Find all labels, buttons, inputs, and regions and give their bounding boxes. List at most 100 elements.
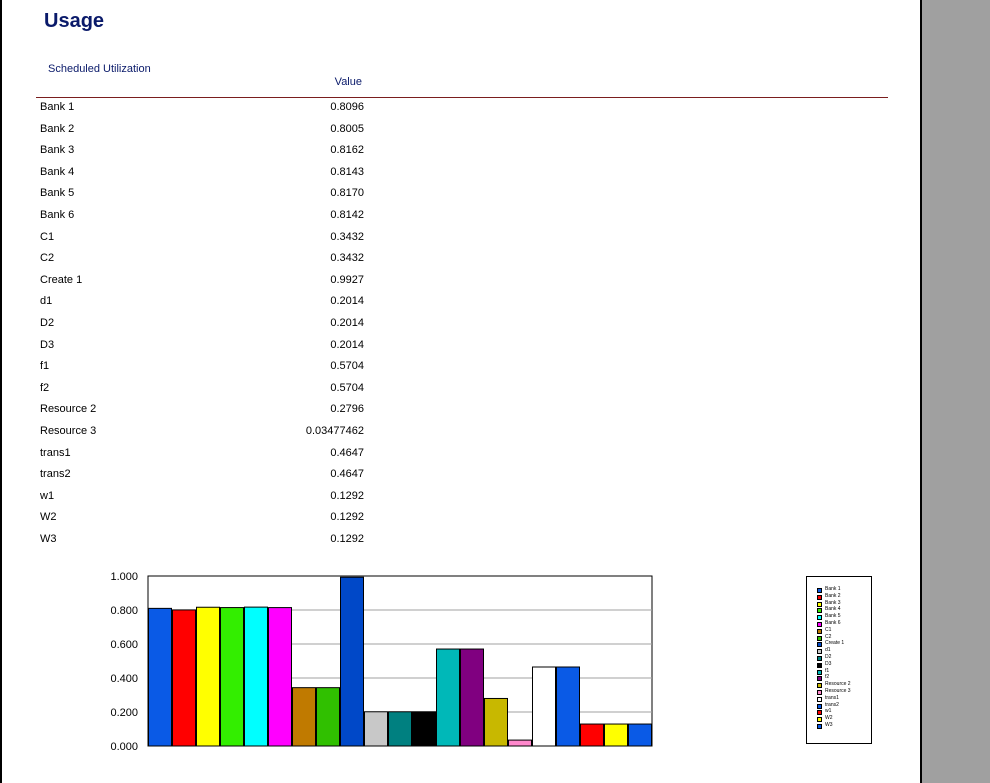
legend-swatch bbox=[817, 642, 822, 648]
row-name: C2 bbox=[40, 252, 55, 265]
row-value: 0.8162 bbox=[330, 144, 364, 157]
table-row: Bank 3 0.8162 bbox=[40, 144, 364, 162]
header-rule bbox=[36, 97, 888, 98]
row-value: 0.8005 bbox=[330, 122, 364, 135]
row-value: 0.8096 bbox=[330, 101, 364, 113]
row-value: 0.5704 bbox=[330, 360, 364, 373]
legend-swatch bbox=[817, 656, 822, 661]
row-value: 0.5704 bbox=[330, 381, 364, 394]
row-value: 0.8143 bbox=[330, 165, 364, 178]
row-value: 0.1292 bbox=[330, 511, 364, 524]
table-row: C2 0.3432 bbox=[40, 252, 364, 270]
bar-d1 bbox=[364, 711, 388, 747]
bar-bank-1 bbox=[148, 607, 172, 747]
legend-swatch bbox=[817, 717, 822, 723]
legend-swatch bbox=[817, 690, 822, 695]
viewer-gutter bbox=[922, 0, 990, 783]
row-name: d1 bbox=[40, 295, 53, 308]
bar-create-1 bbox=[340, 576, 364, 747]
bar-c1 bbox=[292, 687, 316, 747]
bar-w1 bbox=[580, 723, 604, 747]
row-name: W2 bbox=[40, 511, 57, 524]
row-name: Resource 2 bbox=[40, 403, 97, 416]
row-value: 0.3432 bbox=[330, 230, 364, 243]
row-name: C1 bbox=[40, 230, 55, 243]
row-value: 0.1292 bbox=[330, 489, 364, 502]
legend-swatch bbox=[817, 594, 822, 600]
row-value: 0.03477462 bbox=[305, 425, 364, 437]
legend-swatch bbox=[817, 703, 822, 709]
row-name: w1 bbox=[40, 489, 55, 502]
bar-trans2 bbox=[556, 666, 580, 747]
legend-swatch bbox=[817, 615, 822, 621]
table-row: trans1 0.4647 bbox=[40, 447, 364, 465]
row-value: 0.2014 bbox=[330, 338, 364, 351]
bar-bank-5 bbox=[244, 606, 268, 747]
legend-swatch bbox=[817, 601, 822, 607]
row-value: 0.9927 bbox=[330, 273, 364, 286]
legend-swatch bbox=[817, 608, 822, 614]
y-tick-label: 0.400 bbox=[110, 673, 138, 685]
legend-swatch bbox=[817, 724, 822, 729]
table-row: Bank 2 0.8005 bbox=[40, 123, 364, 141]
table-row: W3 0.1292 bbox=[40, 533, 364, 551]
legend-swatch bbox=[817, 628, 822, 634]
legend-label: W3 bbox=[825, 722, 833, 728]
y-tick-label: 0.000 bbox=[110, 741, 138, 753]
table-row: f2 0.5704 bbox=[40, 382, 364, 400]
bar-bank-3 bbox=[196, 606, 220, 747]
table-row: trans2 0.4647 bbox=[40, 468, 364, 486]
row-value: 0.2014 bbox=[330, 295, 364, 308]
y-tick-label: 0.800 bbox=[110, 605, 138, 617]
row-name: trans2 bbox=[40, 468, 71, 481]
row-name: D2 bbox=[40, 317, 55, 329]
legend-swatch bbox=[817, 649, 822, 655]
legend-swatch bbox=[817, 683, 822, 689]
chart-legend: Bank 1 Bank 2 Bank 3 Bank 4 Bank 5 Bank 6 C1 C2… bbox=[806, 576, 872, 744]
legend-swatch bbox=[817, 676, 822, 682]
table-row: Bank 6 0.8142 bbox=[40, 209, 364, 227]
row-name: D3 bbox=[40, 338, 55, 351]
table-row: D3 0.2014 bbox=[40, 339, 364, 357]
table-row: Create 1 0.9927 bbox=[40, 274, 364, 292]
row-value: 0.3432 bbox=[330, 252, 364, 265]
value-column-header: Value bbox=[334, 76, 362, 88]
table-row: d1 0.2014 bbox=[40, 295, 364, 313]
bar-bank-4 bbox=[220, 607, 244, 747]
bar-c2 bbox=[316, 687, 340, 747]
row-name: Bank 4 bbox=[40, 165, 75, 178]
legend-swatch bbox=[817, 696, 822, 702]
table-row: Bank 1 0.8096 bbox=[40, 101, 364, 119]
bar-d2 bbox=[388, 711, 412, 747]
bar-trans1 bbox=[532, 666, 556, 747]
bar-w2 bbox=[604, 723, 628, 747]
row-name: Bank 3 bbox=[40, 144, 75, 157]
report-page: Usage Scheduled Utilization Value Bank 1… bbox=[0, 0, 922, 783]
legend-swatch bbox=[817, 669, 822, 675]
row-name: Bank 2 bbox=[40, 122, 75, 135]
y-tick-label: 0.200 bbox=[110, 707, 138, 719]
section-subtitle: Scheduled Utilization bbox=[48, 63, 151, 75]
table-row: w1 0.1292 bbox=[40, 490, 364, 508]
table-row: D2 0.2014 bbox=[40, 317, 364, 335]
legend-swatch bbox=[817, 662, 822, 668]
y-tick-label: 1.000 bbox=[110, 571, 138, 583]
row-name: Create 1 bbox=[40, 273, 83, 286]
row-name: Bank 6 bbox=[40, 209, 75, 221]
bar-d3 bbox=[412, 711, 436, 747]
utilization-bar-chart: 0.000 0.200 0.400 0.600 0.800 1.000 bbox=[110, 571, 653, 753]
bar-bank-6 bbox=[268, 607, 292, 747]
bar-f2 bbox=[460, 648, 484, 747]
legend-swatch bbox=[817, 622, 822, 627]
legend-swatch bbox=[817, 710, 822, 716]
bar-resource-2 bbox=[484, 697, 508, 747]
bar-bank-2 bbox=[172, 609, 196, 747]
row-name: trans1 bbox=[40, 446, 71, 459]
row-value: 0.1292 bbox=[330, 533, 364, 545]
legend-item: W3 bbox=[817, 722, 871, 729]
table-row: Bank 4 0.8143 bbox=[40, 166, 364, 184]
row-value: 0.8142 bbox=[330, 209, 364, 221]
bar-f1 bbox=[436, 648, 460, 747]
row-value: 0.2014 bbox=[330, 317, 364, 329]
table-row: Resource 2 0.2796 bbox=[40, 403, 364, 421]
